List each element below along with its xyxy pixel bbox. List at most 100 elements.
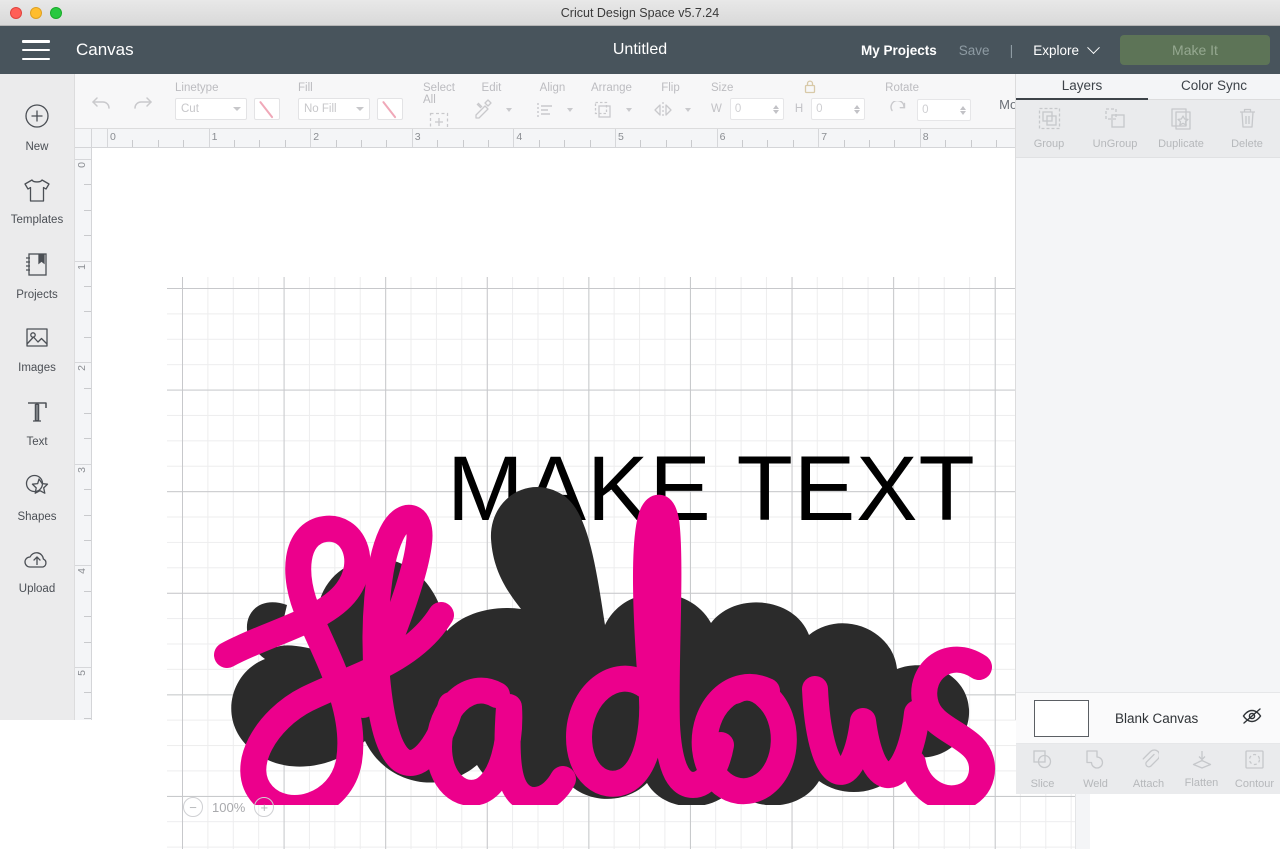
ruler-label: 2: [313, 131, 320, 143]
sidebar-item-new[interactable]: New: [0, 90, 74, 164]
history-group: [75, 73, 155, 128]
sidebar-item-shapes[interactable]: Shapes: [0, 460, 74, 534]
ruler-label: 2: [76, 365, 88, 372]
tab-color-sync[interactable]: Color Sync: [1148, 74, 1280, 100]
width-input[interactable]: 0: [729, 98, 784, 120]
align-label: Align: [539, 82, 566, 94]
weld-button[interactable]: Weld: [1069, 744, 1122, 794]
flatten-label: Flatten: [1184, 777, 1219, 789]
sidebar-item-projects[interactable]: Projects: [0, 238, 74, 312]
ruler-label: 3: [76, 466, 88, 473]
slice-button[interactable]: Slice: [1016, 744, 1069, 794]
ungroup-button[interactable]: UnGroup: [1082, 100, 1148, 157]
group-button[interactable]: Group: [1016, 100, 1082, 157]
sidebar-item-upload[interactable]: Upload: [0, 534, 74, 608]
save-button[interactable]: Save: [959, 43, 990, 58]
ruler-tick-minor: [84, 717, 91, 719]
flip-label: Flip: [661, 82, 680, 94]
attach-button[interactable]: Attach: [1122, 744, 1175, 794]
duplicate-button[interactable]: Duplicate: [1148, 100, 1214, 157]
my-projects-button[interactable]: My Projects: [861, 43, 937, 58]
make-it-button[interactable]: Make It: [1120, 35, 1270, 65]
ruler-tick-minor: [386, 140, 388, 147]
ruler-tick-minor: [665, 140, 667, 147]
sidebar-label-projects: Projects: [16, 289, 58, 301]
canvas-grid[interactable]: MAKE TEXT: [167, 277, 1075, 849]
rotate-input[interactable]: 0: [917, 99, 972, 121]
delete-button[interactable]: Delete: [1214, 100, 1280, 157]
header-divider: |: [1009, 42, 1014, 58]
rotate-stepper[interactable]: [960, 105, 967, 115]
height-label: H: [794, 103, 804, 115]
panel-tools: Group UnGroup Duplicate Delete: [1016, 100, 1280, 158]
chevron-down-icon[interactable]: [566, 108, 573, 112]
window-title: Cricut Design Space v5.7.24: [560, 5, 720, 20]
chevron-down-icon[interactable]: [625, 108, 632, 112]
arrange-icon[interactable]: [591, 98, 617, 122]
linetype-color-swatch[interactable]: [254, 98, 280, 120]
layer-name: Blank Canvas: [1115, 710, 1199, 726]
duplicate-label: Duplicate: [1158, 138, 1204, 150]
width-value: 0: [734, 103, 742, 115]
tab-layers[interactable]: Layers: [1016, 74, 1148, 100]
select-all-group: Select All: [423, 73, 455, 132]
machine-selector[interactable]: Explore: [1033, 40, 1100, 58]
height-stepper[interactable]: [854, 104, 861, 114]
plus-circle-icon[interactable]: +: [254, 797, 275, 817]
ruler-tick-minor: [84, 413, 91, 414]
fill-select[interactable]: No Fill: [298, 98, 370, 120]
rotate-icon[interactable]: [885, 98, 911, 122]
os-title-bar: Cricut Design Space v5.7.24: [0, 0, 1280, 26]
app-header: Canvas Untitled My Projects Save | Explo…: [0, 26, 1280, 74]
height-input[interactable]: 0: [811, 98, 866, 120]
flip-icon[interactable]: [650, 98, 676, 122]
lock-icon[interactable]: [803, 79, 817, 99]
sidebar-item-text[interactable]: Text: [0, 386, 74, 460]
star-shape-icon: [22, 471, 52, 506]
fill-color-swatch[interactable]: [377, 98, 403, 120]
width-stepper[interactable]: [772, 104, 779, 114]
ruler-label: 1: [211, 131, 218, 143]
linetype-select[interactable]: Cut: [175, 98, 247, 120]
rotate-value: 0: [922, 104, 929, 116]
eye-slash-icon[interactable]: [1241, 707, 1263, 730]
ruler-tick-minor: [84, 692, 91, 694]
artwork-script-shadows[interactable]: [167, 405, 1067, 805]
ruler-tick-minor: [945, 140, 947, 147]
ruler-label: 5: [618, 131, 624, 143]
align-icon[interactable]: [532, 98, 558, 122]
arrange-label: Arrange: [591, 82, 632, 94]
ruler-tick-major: [75, 565, 91, 567]
canvas-area[interactable]: MAKE TEXT − 100% +: [75, 129, 1090, 849]
ruler-tick-minor: [84, 336, 91, 338]
ruler-label: 5: [76, 670, 88, 676]
hamburger-icon[interactable]: [22, 40, 50, 60]
ruler-tick-major: [75, 463, 91, 465]
ruler-tick-minor: [970, 140, 972, 147]
ruler-tick-minor: [767, 140, 769, 147]
select-all-label: Select All: [423, 82, 455, 106]
delete-label: Delete: [1231, 138, 1263, 150]
sidebar-item-templates[interactable]: Templates: [0, 164, 74, 238]
ruler-tick-minor: [259, 140, 261, 147]
edit-toolbar: Linetype Cut Fill No Fill Select All Edi…: [75, 73, 1042, 132]
sidebar-item-images[interactable]: Images: [0, 312, 74, 386]
ruler-label: 4: [76, 568, 88, 575]
layers-list[interactable]: [1016, 158, 1280, 658]
chevron-down-icon[interactable]: [684, 108, 691, 112]
ruler-tick-minor: [84, 489, 91, 491]
layer-thumbnail[interactable]: [1034, 699, 1089, 737]
chevron-down-icon[interactable]: [505, 108, 512, 112]
undo-icon[interactable]: [89, 91, 115, 115]
ruler-tick-minor: [84, 311, 91, 313]
ruler-tick-minor: [996, 140, 997, 147]
ruler-tick-minor: [84, 590, 91, 592]
contour-button[interactable]: Contour: [1228, 744, 1280, 794]
minus-circle-icon[interactable]: −: [183, 797, 203, 817]
flatten-button[interactable]: Flatten: [1175, 744, 1228, 794]
layer-item-blank-canvas[interactable]: Blank Canvas: [1016, 692, 1280, 744]
ruler-tick-minor: [84, 641, 91, 643]
ruler-tick-minor: [538, 140, 540, 147]
redo-icon[interactable]: [129, 91, 155, 115]
edit-icon[interactable]: [471, 98, 497, 122]
